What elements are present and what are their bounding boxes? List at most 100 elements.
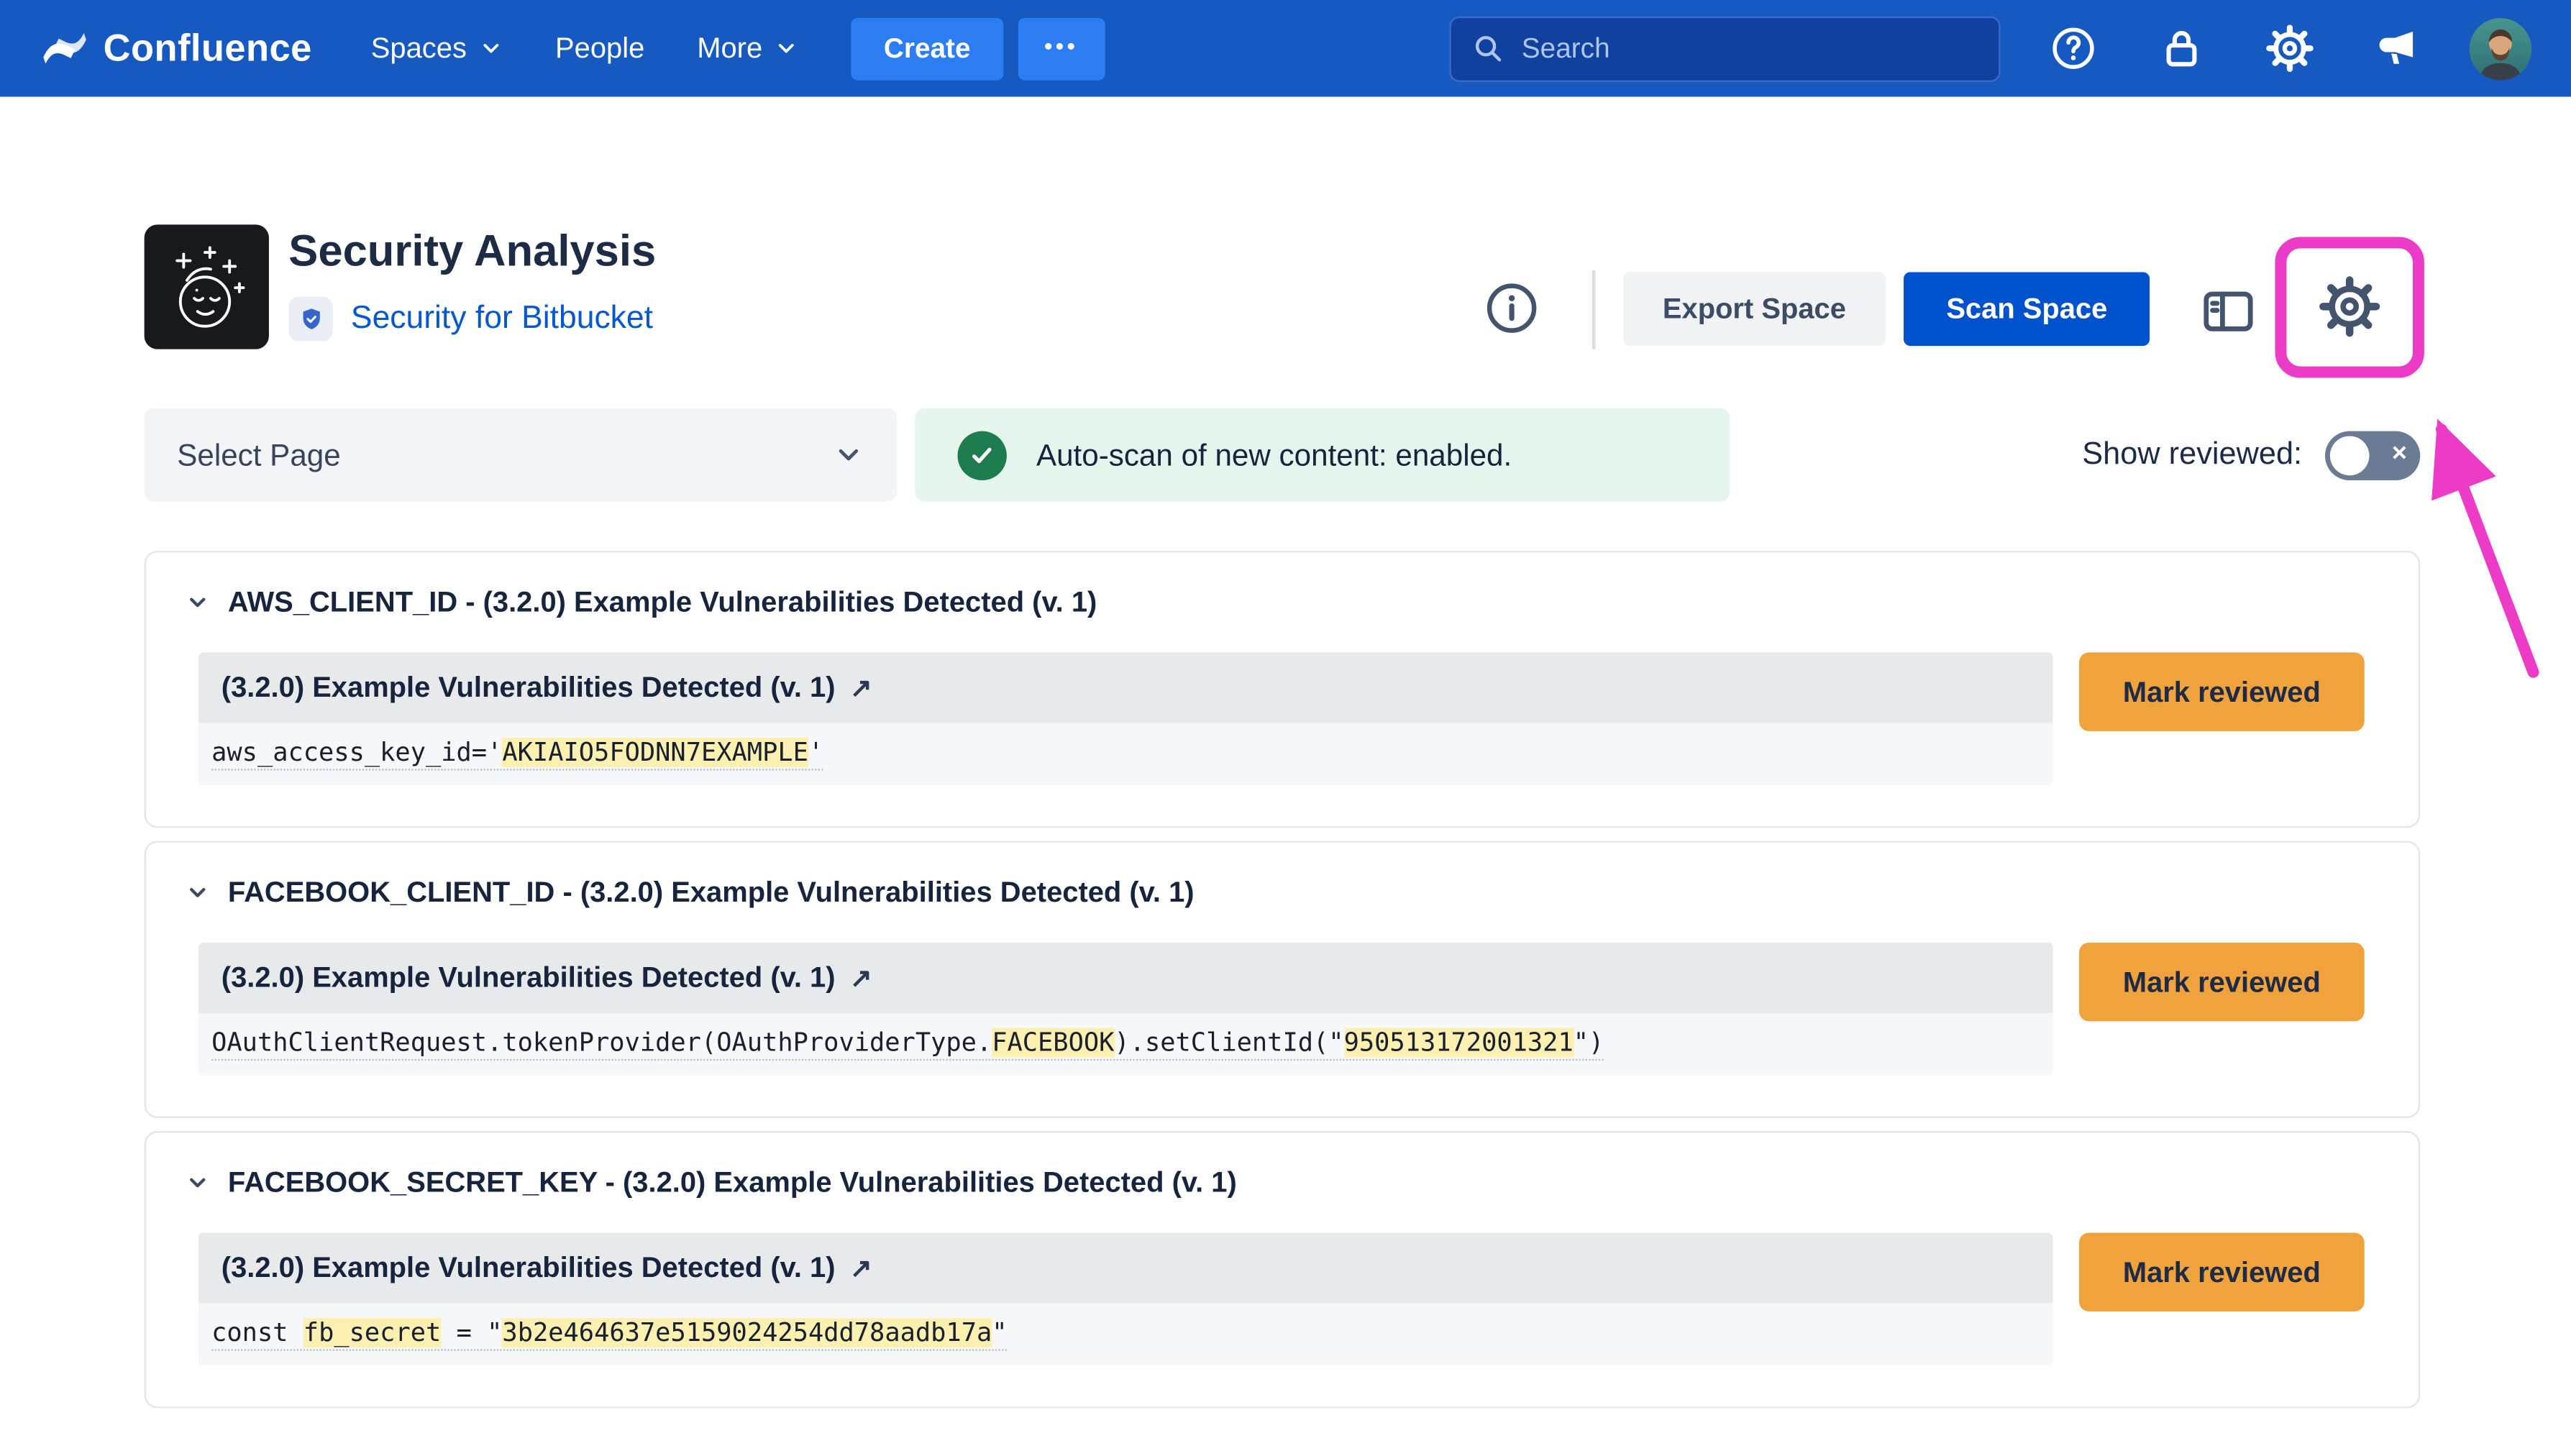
page-title: Security Analysis bbox=[288, 224, 656, 278]
autoscan-banner: Auto-scan of new content: enabled. bbox=[915, 408, 1730, 502]
nav-spaces-label: Spaces bbox=[371, 31, 467, 65]
chevron-down-icon bbox=[186, 1170, 210, 1194]
code-segment-highlight: 950513172001321 bbox=[1344, 1028, 1574, 1058]
nav-ellipsis-button[interactable]: ••• bbox=[1018, 17, 1105, 80]
snippet-page-link[interactable]: (3.2.0) Example Vulnerabilities Detected… bbox=[198, 1233, 2053, 1304]
space-avatar[interactable] bbox=[145, 224, 269, 349]
code-segment: " bbox=[992, 1318, 1007, 1347]
create-button[interactable]: Create bbox=[851, 17, 1003, 80]
show-reviewed-toggle[interactable]: × bbox=[2325, 430, 2420, 479]
autoscan-banner-text: Auto-scan of new content: enabled. bbox=[1036, 437, 1512, 473]
toggle-knob bbox=[2330, 435, 2370, 475]
card-collapse-header[interactable]: FACEBOOK_SECRET_KEY - (3.2.0) Example Vu… bbox=[146, 1154, 2419, 1210]
snippet-page-title: (3.2.0) Example Vulnerabilities Detected… bbox=[222, 961, 836, 995]
user-avatar[interactable] bbox=[2470, 17, 2532, 80]
settings-button[interactable] bbox=[2253, 12, 2325, 84]
finding-card-aws-client-id: AWS_CLIENT_ID - (3.2.0) Example Vulnerab… bbox=[145, 551, 2421, 828]
annotation-arrow bbox=[2442, 429, 2534, 672]
snippet-code: const fb_secret = "3b2e464637e5159024254… bbox=[198, 1304, 2053, 1366]
card-collapse-header[interactable]: AWS_CLIENT_ID - (3.2.0) Example Vulnerab… bbox=[146, 574, 2419, 630]
space-shield-badge bbox=[288, 297, 333, 342]
card-body: (3.2.0) Example Vulnerabilities Detected… bbox=[198, 1233, 2365, 1366]
sidebar-layout-button[interactable] bbox=[2196, 279, 2261, 344]
card-collapse-header[interactable]: FACEBOOK_CLIENT_ID - (3.2.0) Example Vul… bbox=[146, 864, 2419, 920]
chevron-down-icon bbox=[478, 36, 503, 60]
select-page-label: Select Page bbox=[177, 437, 340, 473]
search-input[interactable] bbox=[1522, 32, 1979, 65]
confluence-logo-icon bbox=[42, 26, 87, 70]
toggle-cross-icon: × bbox=[2392, 439, 2407, 469]
nav-spaces[interactable]: Spaces bbox=[371, 31, 503, 65]
snippet: (3.2.0) Example Vulnerabilities Detected… bbox=[198, 1233, 2053, 1366]
finding-card-facebook-secret-key: FACEBOOK_SECRET_KEY - (3.2.0) Example Vu… bbox=[145, 1131, 2421, 1408]
chevron-down-icon bbox=[774, 36, 798, 60]
filter-row: Select Page Auto-scan of new content: en… bbox=[145, 408, 2421, 502]
snippet-page-title: (3.2.0) Example Vulnerabilities Detected… bbox=[222, 671, 836, 705]
space-link-row[interactable]: Security for Bitbucket bbox=[288, 297, 656, 342]
finding-card-facebook-client-id: FACEBOOK_CLIENT_ID - (3.2.0) Example Vul… bbox=[145, 841, 2421, 1118]
snippet-code: aws_access_key_id='AKIAIO5FODNN7EXAMPLE' bbox=[198, 723, 2053, 785]
code-line: OAuthClientRequest.tokenProvider(OAuthPr… bbox=[211, 1028, 1604, 1061]
finding-title: AWS_CLIENT_ID - (3.2.0) Example Vulnerab… bbox=[228, 585, 1097, 619]
snippet-page-link[interactable]: (3.2.0) Example Vulnerabilities Detected… bbox=[198, 652, 2053, 723]
findings-list: AWS_CLIENT_ID - (3.2.0) Example Vulnerab… bbox=[145, 551, 2421, 1408]
nav-more[interactable]: More bbox=[697, 31, 798, 65]
code-segment: ' bbox=[808, 738, 823, 767]
nav-people-label: People bbox=[555, 31, 644, 65]
nav-more-label: More bbox=[697, 31, 762, 65]
announcements-button[interactable] bbox=[2361, 12, 2433, 84]
code-segment-highlight: 3b2e464637e5159024254dd78aadb17a bbox=[502, 1318, 992, 1347]
snippet-code: OAuthClientRequest.tokenProvider(OAuthPr… bbox=[198, 1013, 2053, 1076]
mark-reviewed-button[interactable]: Mark reviewed bbox=[2079, 652, 2365, 731]
code-segment-highlight: AKIAIO5FODNN7EXAMPLE bbox=[502, 738, 808, 767]
brand-name: Confluence bbox=[104, 26, 312, 70]
shield-icon bbox=[296, 304, 326, 334]
help-button[interactable] bbox=[2037, 12, 2109, 84]
code-segment-highlight: FACEBOOK bbox=[992, 1028, 1114, 1058]
info-icon bbox=[1484, 280, 1540, 336]
megaphone-icon bbox=[2373, 24, 2421, 72]
card-body: (3.2.0) Example Vulnerabilities Detected… bbox=[198, 943, 2365, 1076]
snippet: (3.2.0) Example Vulnerabilities Detected… bbox=[198, 652, 2053, 785]
select-page-dropdown[interactable]: Select Page bbox=[145, 408, 898, 502]
show-reviewed-group: Show reviewed: × bbox=[2082, 430, 2420, 479]
mark-reviewed-button[interactable]: Mark reviewed bbox=[2079, 1233, 2365, 1311]
gear-icon bbox=[2265, 24, 2313, 72]
mark-reviewed-button[interactable]: Mark reviewed bbox=[2079, 943, 2365, 1021]
code-segment: ") bbox=[1574, 1028, 1604, 1058]
top-navbar: Confluence Spaces People More Create ••• bbox=[0, 0, 2571, 97]
chevron-down-icon bbox=[186, 879, 210, 904]
snippet-page-title: (3.2.0) Example Vulnerabilities Detected… bbox=[222, 1251, 836, 1286]
code-segment-highlight: fb_secret bbox=[303, 1318, 442, 1347]
help-icon bbox=[2049, 24, 2096, 72]
nav-people[interactable]: People bbox=[555, 31, 644, 65]
confluence-page: Confluence Spaces People More Create ••• bbox=[0, 0, 2571, 1456]
code-line: aws_access_key_id='AKIAIO5FODNN7EXAMPLE' bbox=[211, 738, 823, 771]
search-box[interactable] bbox=[1449, 16, 2000, 81]
space-link[interactable]: Security for Bitbucket bbox=[351, 300, 653, 337]
card-body: (3.2.0) Example Vulnerabilities Detected… bbox=[198, 652, 2365, 785]
code-line: const fb_secret = "3b2e464637e5159024254… bbox=[211, 1318, 1007, 1351]
scan-space-button[interactable]: Scan Space bbox=[1904, 272, 2150, 346]
lock-button[interactable] bbox=[2145, 12, 2216, 84]
external-link-icon: ↗ bbox=[850, 1252, 872, 1285]
code-segment: const bbox=[211, 1318, 303, 1347]
info-button[interactable] bbox=[1484, 280, 1540, 336]
export-space-button[interactable]: Export Space bbox=[1623, 272, 1885, 346]
external-link-icon: ↗ bbox=[850, 672, 872, 705]
search-icon bbox=[1471, 31, 1505, 65]
snippet-page-link[interactable]: (3.2.0) Example Vulnerabilities Detected… bbox=[198, 943, 2053, 1013]
lock-icon bbox=[2157, 24, 2204, 72]
show-reviewed-label: Show reviewed: bbox=[2082, 437, 2302, 473]
page-header: Security Analysis Security for Bitbucket… bbox=[0, 224, 2571, 408]
success-check-icon bbox=[958, 430, 1007, 479]
space-avatar-doodle bbox=[154, 234, 259, 339]
finding-title: FACEBOOK_SECRET_KEY - (3.2.0) Example Vu… bbox=[228, 1165, 1237, 1199]
confluence-home-link[interactable]: Confluence bbox=[42, 26, 311, 70]
space-settings-button[interactable] bbox=[2319, 275, 2381, 338]
chevron-down-icon bbox=[186, 590, 210, 614]
code-segment: ).setClientId(" bbox=[1114, 1028, 1343, 1058]
check-icon bbox=[967, 440, 997, 470]
code-segment: OAuthClientRequest.tokenProvider(OAuthPr… bbox=[211, 1028, 992, 1058]
gear-icon bbox=[2319, 275, 2381, 338]
